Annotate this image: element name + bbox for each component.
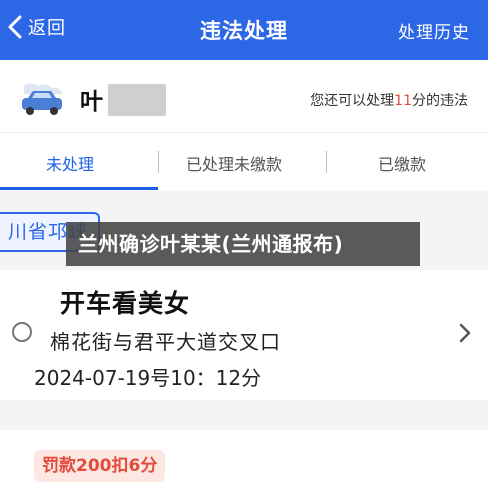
caption-overlay: 兰州确诊叶某某(兰州通报布) xyxy=(66,222,420,266)
violation-location: 棉花街与君平大道交叉口 xyxy=(50,330,281,354)
tab-unprocessed[interactable]: 未处理 xyxy=(46,151,94,175)
remaining-count: 11 xyxy=(394,93,412,109)
chevron-right-icon[interactable] xyxy=(458,322,472,344)
vehicle-card: 叶 您还可以处理11分的违法 xyxy=(0,60,488,132)
tab-paid[interactable]: 已缴款 xyxy=(378,151,426,175)
history-link[interactable]: 处理历史 xyxy=(398,18,470,43)
violation-time: 2024-07-19号10：12分 xyxy=(34,366,262,390)
penalty-badge: 罚款200扣6分 xyxy=(34,450,166,482)
tab-divider xyxy=(158,151,159,173)
remaining-points-text: 您还可以处理11分的违法 xyxy=(310,90,468,110)
car-icon xyxy=(22,83,62,115)
select-radio[interactable] xyxy=(12,322,32,342)
remaining-prefix: 您还可以处理 xyxy=(310,93,395,109)
status-tabs: 未处理 已处理未缴款 已缴款 xyxy=(0,132,488,191)
plate-number-redacted xyxy=(108,84,166,116)
penalty-section: 罚款200扣6分 xyxy=(0,430,488,491)
tab-divider xyxy=(326,151,327,173)
nav-bar: 返回 违法处理 处理历史 xyxy=(0,0,488,60)
plate-number-prefix: 叶 xyxy=(80,89,103,115)
active-tab-indicator xyxy=(0,187,158,190)
violation-reason: 开车看美女 xyxy=(60,289,191,318)
remaining-suffix: 分的违法 xyxy=(412,93,468,109)
tab-processed-unpaid[interactable]: 已处理未缴款 xyxy=(186,151,282,175)
section-gap xyxy=(0,400,488,430)
violation-record[interactable]: 开车看美女 棉花街与君平大道交叉口 2024-07-19号10：12分 xyxy=(0,270,488,400)
